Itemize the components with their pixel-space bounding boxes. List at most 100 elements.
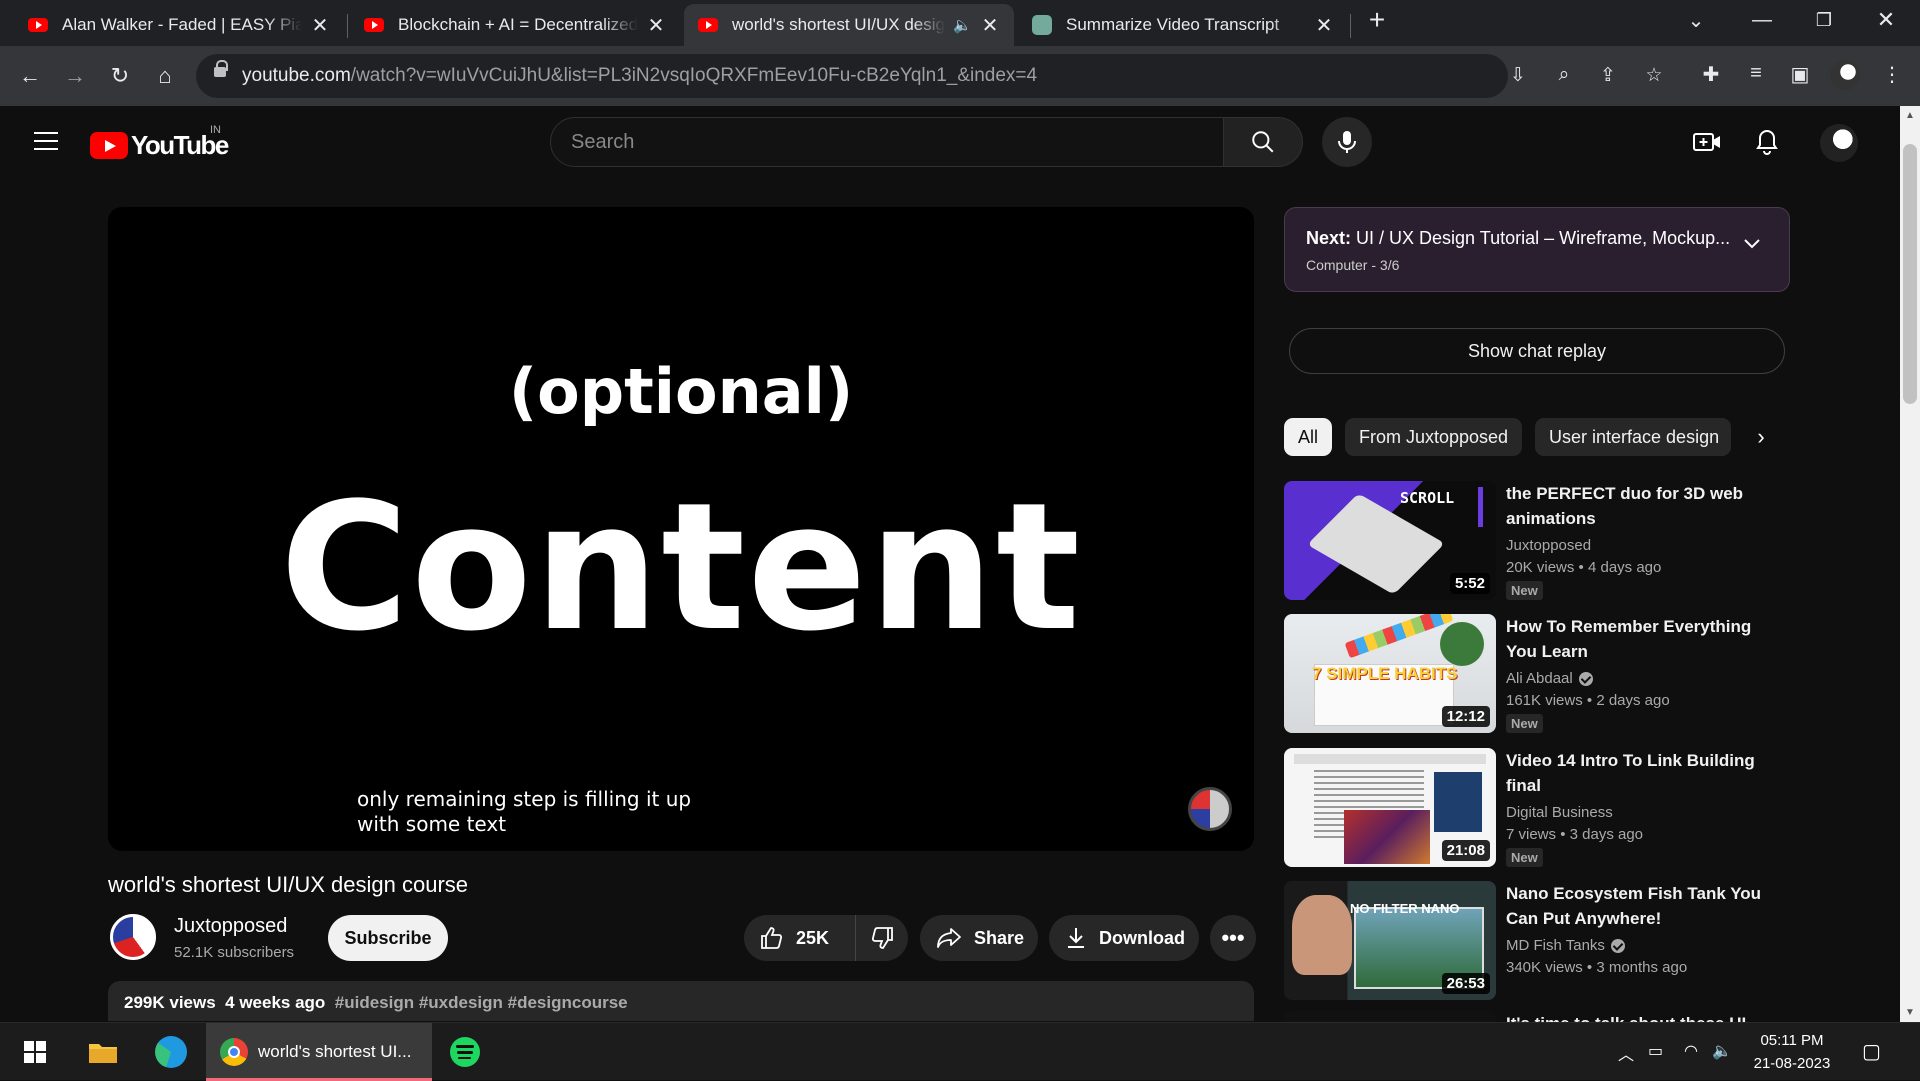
lock-icon[interactable] xyxy=(214,60,228,77)
video-thumbnail[interactable]: SCROLL 5:52 xyxy=(1284,481,1496,600)
youtube-icon xyxy=(28,18,48,32)
tab-title: Blockchain + AI = Decentralized AI xyxy=(398,15,638,34)
more-actions-button[interactable]: ••• xyxy=(1210,915,1256,961)
taskbar-chrome-window[interactable]: world's shortest UI... xyxy=(206,1023,432,1081)
scroll-up-arrow-icon[interactable]: ▲ xyxy=(1905,110,1915,121)
dislike-button[interactable] xyxy=(856,926,908,950)
video-thumbnail[interactable]: NO FILTER NANO 26:53 xyxy=(1284,881,1496,1000)
account-avatar[interactable] xyxy=(1820,124,1858,162)
recommended-video[interactable]: 21:08 Video 14 Intro To Link Building fi… xyxy=(1284,748,1774,868)
video-thumbnail[interactable]: 7 SIMPLE HABITS 12:12 xyxy=(1284,614,1496,733)
video-player[interactable]: (optional) Content only remaining step i… xyxy=(108,207,1254,851)
channel-watermark[interactable] xyxy=(1188,787,1232,831)
chip-from-juxtopposed[interactable]: From Juxtopposed xyxy=(1345,418,1523,456)
like-button[interactable]: 25K xyxy=(744,915,856,961)
highlighters-graphic xyxy=(1344,614,1454,659)
video-thumbnail[interactable]: 21:08 xyxy=(1284,748,1496,867)
close-tab-icon[interactable]: ✕ xyxy=(310,13,330,38)
minimize-icon[interactable]: — xyxy=(1732,0,1792,40)
tray-chevron-up-icon[interactable]: ︿ xyxy=(1618,1041,1634,1065)
video-meta: 340K views • 3 months ago xyxy=(1506,959,1688,976)
channel-name[interactable]: Digital Business xyxy=(1506,804,1613,821)
url-text[interactable]: youtube.com/watch?v=wIuVvCuiJhU&list=PL3… xyxy=(242,65,1037,87)
share-button[interactable]: Share xyxy=(920,915,1038,961)
chip-user-interface-design[interactable]: User interface design xyxy=(1535,418,1731,456)
address-bar[interactable]: youtube.com/watch?v=wIuVvCuiJhU&list=PL3… xyxy=(196,54,1663,98)
edge-browser-icon[interactable] xyxy=(148,1023,194,1081)
battery-charging-icon[interactable]: ▭ xyxy=(1648,1041,1663,1061)
volume-icon[interactable]: 🔈 xyxy=(1712,1041,1732,1061)
system-clock[interactable]: 05:11 PM 21-08-2023 xyxy=(1744,1029,1840,1075)
extensions-icon[interactable]: ✚ xyxy=(1697,62,1725,90)
speaker-icon[interactable]: 🔈 xyxy=(953,16,972,34)
install-app-icon[interactable]: ⇩ xyxy=(1506,64,1530,88)
video-thumbnail[interactable] xyxy=(1284,1011,1496,1022)
new-tab-icon[interactable]: + xyxy=(1348,0,1406,40)
channel-name[interactable]: Ali Abdaal xyxy=(1506,670,1593,687)
chevron-down-icon[interactable] xyxy=(1743,238,1761,250)
description-box[interactable]: 299K views 4 weeks ago #uidesign #uxdesi… xyxy=(108,981,1254,1021)
zoom-icon[interactable]: ⌕ xyxy=(1552,64,1576,88)
wifi-icon[interactable]: ◠ xyxy=(1684,1041,1698,1061)
voice-search-button[interactable] xyxy=(1322,117,1372,167)
tab-search-chevron-icon[interactable]: ⌄ xyxy=(1666,0,1726,40)
recommended-video[interactable]: SCROLL 5:52 the PERFECT duo for 3D web a… xyxy=(1284,481,1774,601)
profile-avatar-icon[interactable] xyxy=(1830,60,1860,90)
more-horizontal-icon: ••• xyxy=(1221,925,1245,950)
back-icon[interactable]: ← xyxy=(12,58,48,94)
browser-tab-4[interactable]: Summarize Video Transcript ✕ xyxy=(1018,4,1348,46)
close-tab-icon[interactable]: ✕ xyxy=(1314,13,1334,38)
side-panel-icon[interactable]: ▣ xyxy=(1786,62,1814,90)
search-button[interactable] xyxy=(1223,117,1303,167)
bookmark-star-icon[interactable]: ☆ xyxy=(1642,64,1666,88)
channel-name[interactable]: Juxtopposed xyxy=(1506,537,1591,554)
recommended-video[interactable]: 7 SIMPLE HABITS 12:12 How To Remember Ev… xyxy=(1284,614,1774,734)
video-title[interactable]: Video 14 Intro To Link Building final xyxy=(1506,748,1766,798)
channel-name[interactable]: Juxtopposed xyxy=(174,915,287,938)
browser-tab-1[interactable]: Alan Walker - Faded | EASY Piano ✕ xyxy=(14,4,344,46)
home-icon[interactable]: ⌂ xyxy=(147,58,183,94)
spotify-icon[interactable] xyxy=(442,1023,488,1081)
file-explorer-icon[interactable] xyxy=(80,1023,126,1081)
create-video-icon[interactable] xyxy=(1692,127,1722,157)
chatgpt-icon xyxy=(1032,15,1052,35)
chip-all[interactable]: All xyxy=(1284,418,1333,456)
video-title[interactable]: How To Remember Everything You Learn xyxy=(1506,614,1766,664)
notifications-bell-icon[interactable] xyxy=(1752,127,1782,157)
channel-name[interactable]: MD Fish Tanks xyxy=(1506,937,1625,954)
hashtags[interactable]: #uidesign #uxdesign #designcourse xyxy=(335,993,628,1012)
page-scrollbar[interactable]: ▲ ▼ xyxy=(1900,106,1920,1022)
search-input[interactable] xyxy=(551,118,1223,166)
browser-tab-2[interactable]: Blockchain + AI = Decentralized AI ✕ xyxy=(350,4,680,46)
scrollbar-thumb[interactable] xyxy=(1903,144,1917,404)
close-tab-icon[interactable]: ✕ xyxy=(980,13,1000,38)
reload-icon[interactable]: ↻ xyxy=(102,58,138,94)
chrome-menu-icon[interactable]: ⋮ xyxy=(1878,62,1906,90)
close-window-icon[interactable]: ✕ xyxy=(1856,0,1916,40)
browser-tab-3-active[interactable]: world's shortest UI/UX design course 🔈 ✕ xyxy=(684,4,1014,46)
chevron-right-icon[interactable]: › xyxy=(1746,422,1776,452)
menu-icon[interactable] xyxy=(34,132,58,150)
notification-center-icon[interactable]: ▢ xyxy=(1862,1039,1881,1064)
windows-start-icon[interactable] xyxy=(12,1023,58,1081)
channel-avatar[interactable] xyxy=(110,914,156,960)
video-frame-text-optional: (optional) xyxy=(508,355,854,428)
close-tab-icon[interactable]: ✕ xyxy=(646,13,666,38)
video-duration: 21:08 xyxy=(1441,840,1490,861)
recommended-video[interactable]: It's time to talk about these UI xyxy=(1284,1011,1774,1022)
subscribe-button[interactable]: Subscribe xyxy=(328,915,448,961)
recommended-video[interactable]: NO FILTER NANO 26:53 Nano Ecosystem Fish… xyxy=(1284,881,1774,1001)
video-title[interactable]: the PERFECT duo for 3D web animations xyxy=(1506,481,1766,531)
microphone-icon xyxy=(1338,131,1356,153)
download-button[interactable]: Download xyxy=(1049,915,1199,961)
playlist-next-panel[interactable]: Next: UI / UX Design Tutorial – Wirefram… xyxy=(1284,207,1790,292)
video-title[interactable]: It's time to talk about these UI xyxy=(1506,1011,1766,1022)
youtube-logo[interactable]: YouTube IN xyxy=(90,124,229,161)
video-title[interactable]: Nano Ecosystem Fish Tank You Can Put Any… xyxy=(1506,881,1766,931)
share-page-icon[interactable]: ⇪ xyxy=(1596,64,1620,88)
show-chat-replay-button[interactable]: Show chat replay xyxy=(1289,328,1785,374)
media-control-icon[interactable]: ≡ xyxy=(1742,62,1770,90)
restore-icon[interactable]: ❐ xyxy=(1794,0,1854,40)
scroll-down-arrow-icon[interactable]: ▼ xyxy=(1905,1007,1915,1018)
forward-icon[interactable]: → xyxy=(57,58,93,94)
